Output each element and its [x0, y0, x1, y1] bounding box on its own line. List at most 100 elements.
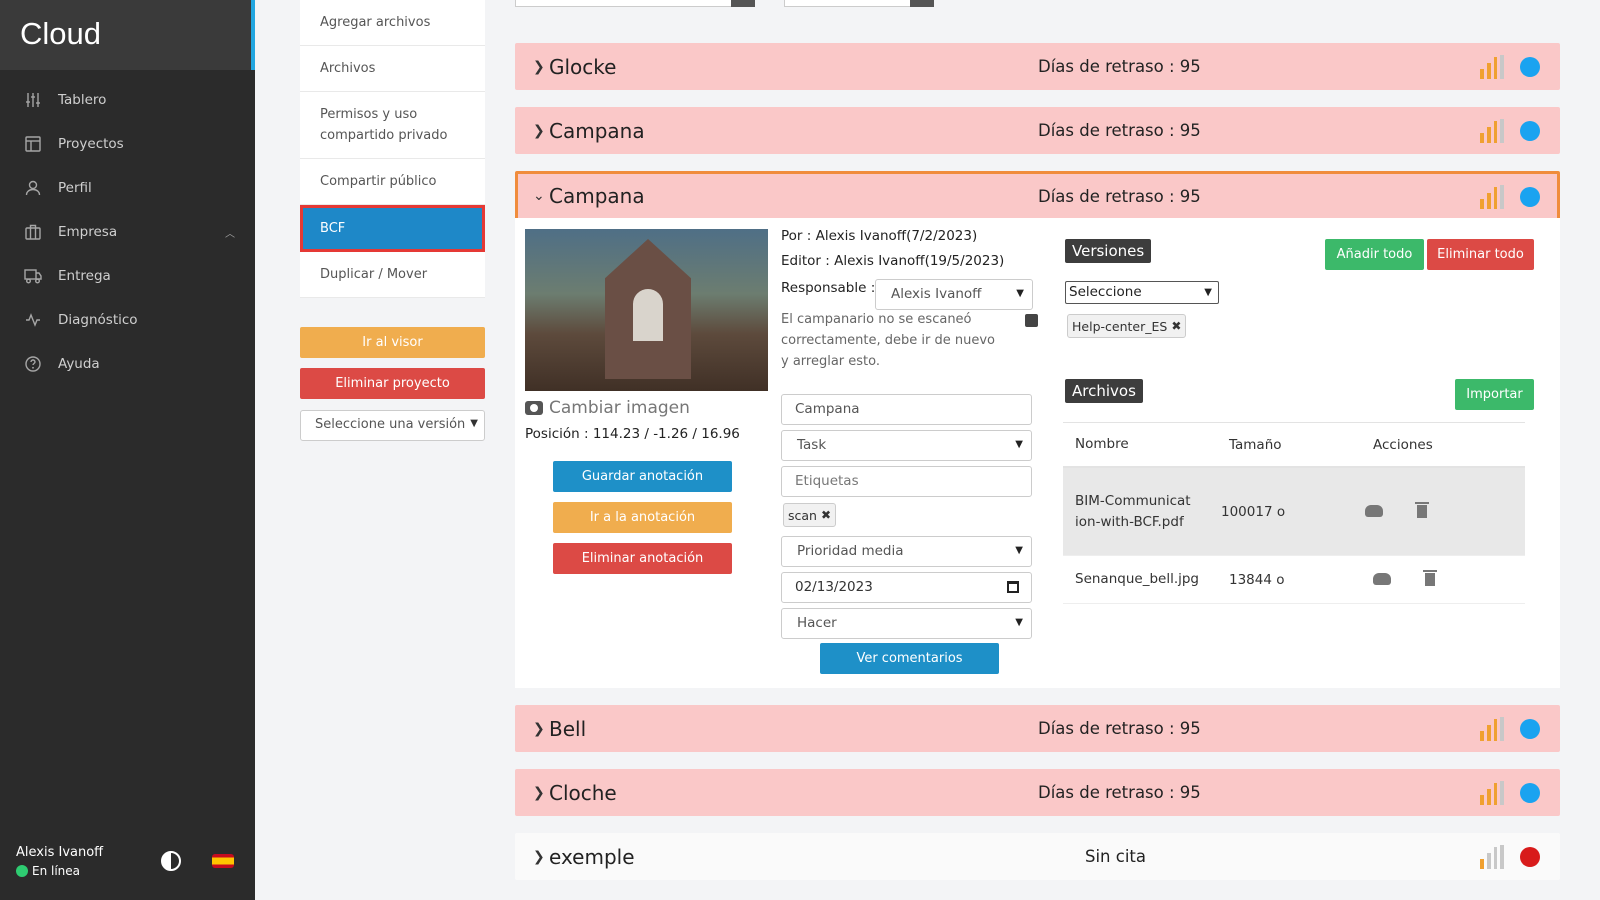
status-value: Hacer — [797, 615, 837, 631]
search-button[interactable] — [731, 0, 755, 7]
tag-label: scan — [788, 507, 817, 523]
edit-icon[interactable] — [1025, 314, 1038, 327]
version-chip-label: Help-center_ES — [1072, 318, 1168, 334]
version-select-value: Seleccione una versión — [315, 417, 466, 432]
responsible-value: Alexis Ivanoff — [891, 286, 982, 302]
topic-title-input[interactable]: Campana — [781, 394, 1032, 425]
versions-select-value: Seleccione — [1069, 284, 1142, 300]
sidebar-item-proyectos[interactable]: Proyectos — [0, 122, 255, 166]
topic-row[interactable]: ❯ Glocke Días de retraso : 95 — [515, 43, 1560, 90]
sidebar-item-empresa[interactable]: Empresa ︿ — [0, 210, 255, 254]
delete-project-button[interactable]: Eliminar proyecto — [300, 368, 485, 399]
sidebar-item-label: Ayuda — [58, 356, 100, 372]
sidebar-item-label: Empresa — [58, 224, 118, 240]
contrast-toggle-icon[interactable] — [161, 851, 181, 871]
activity-icon — [24, 311, 42, 329]
online-status-icon — [16, 865, 28, 877]
priority-bars-icon — [1480, 119, 1504, 143]
top-filter-select[interactable] — [784, 0, 934, 7]
priority-select[interactable]: Prioridad media ▼ — [781, 536, 1032, 567]
topic-title: Campana — [549, 184, 645, 208]
status-select[interactable]: Hacer ▼ — [781, 608, 1032, 639]
remove-all-button[interactable]: Eliminar todo — [1427, 239, 1534, 270]
spanish-flag-icon[interactable] — [212, 854, 234, 868]
submenu-item-duplicate-move[interactable]: Duplicar / Mover — [300, 252, 485, 298]
project-submenu: Agregar archivos Archivos Permisos y uso… — [300, 0, 485, 298]
import-button[interactable]: Importar — [1455, 379, 1534, 410]
topic-title: Cloche — [549, 780, 617, 805]
priority-value: Prioridad media — [797, 543, 904, 559]
due-date-input[interactable]: 02/13/2023 — [781, 572, 1032, 603]
sidebar-item-entrega[interactable]: Entrega — [0, 254, 255, 298]
tag-chip: scan ✖ — [783, 503, 837, 527]
trash-icon[interactable] — [1415, 502, 1429, 518]
priority-bars-icon — [1480, 845, 1504, 869]
camera-icon — [525, 401, 543, 415]
topic-delay: Días de retraso : 95 — [1038, 57, 1201, 76]
topic-delay: Días de retraso : 95 — [1038, 783, 1201, 802]
status-dot-icon — [1520, 121, 1540, 141]
sidebar-item-label: Entrega — [58, 268, 111, 284]
topic-row-expanded[interactable]: ⌄ Campana Días de retraso : 95 — [515, 171, 1560, 221]
topic-row[interactable]: ❯ Campana Días de retraso : 95 — [515, 107, 1560, 154]
chevron-right-icon: ❯ — [533, 848, 545, 865]
save-annotation-button[interactable]: Guardar anotación — [553, 461, 732, 492]
topic-row[interactable]: ❯ exemple Sin cita — [515, 833, 1560, 880]
chevron-up-icon: ︿ — [225, 228, 235, 240]
remove-version-icon[interactable]: ✖ — [1171, 319, 1181, 333]
file-size: 13844 o — [1229, 571, 1285, 588]
sidebar-item-perfil[interactable]: Perfil — [0, 166, 255, 210]
top-search-input[interactable] — [515, 0, 755, 7]
sidebar-item-label: Diagnóstico — [58, 312, 138, 328]
submenu-item-permissions[interactable]: Permisos y uso compartido privado — [300, 92, 485, 159]
chevron-down-icon: ▼ — [1204, 287, 1212, 298]
responsible-select[interactable]: Alexis Ivanoff ▼ — [875, 279, 1033, 310]
topic-type-value: Task — [797, 437, 827, 453]
go-annotation-button[interactable]: Ir a la anotación — [553, 502, 732, 533]
cloud-download-icon[interactable] — [1365, 505, 1383, 517]
submenu-item-add-files[interactable]: Agregar archivos — [300, 0, 485, 46]
status-dot-icon — [1520, 187, 1540, 207]
go-viewer-button[interactable]: Ir al visor — [300, 327, 485, 358]
status-dot-icon — [1520, 719, 1540, 739]
filter-button[interactable] — [910, 0, 934, 7]
sidebar-item-ayuda[interactable]: Ayuda — [0, 342, 255, 386]
file-actions — [1361, 570, 1525, 586]
submenu-item-files[interactable]: Archivos — [300, 46, 485, 92]
version-select[interactable]: Seleccione una versión ▼ — [300, 410, 485, 441]
cloud-download-icon[interactable] — [1373, 573, 1391, 585]
chevron-right-icon: ❯ — [533, 122, 545, 139]
files-table: Nombre Tamaño Acciones BIM-Communication… — [1063, 422, 1525, 604]
file-size: 100017 o — [1221, 503, 1286, 520]
sidebar-item-tablero[interactable]: Tablero — [0, 78, 255, 122]
calendar-icon[interactable] — [1007, 581, 1019, 593]
labels-input[interactable]: Etiquetas — [781, 466, 1032, 497]
topic-detail-panel: Cambiar imagen Posición : 114.23 / -1.26… — [515, 218, 1560, 688]
author-info: Por : Alexis Ivanoff(7/2/2023) — [781, 228, 978, 244]
status-dot-icon — [1520, 783, 1540, 803]
topic-row[interactable]: ❯ Cloche Días de retraso : 95 — [515, 769, 1560, 816]
sidebar-nav: Tablero Proyectos Perfil Empresa ︿ Entre… — [0, 78, 255, 386]
user-name: Alexis Ivanoff — [16, 845, 104, 860]
topic-delay: Días de retraso : 95 — [1038, 121, 1201, 140]
add-all-button[interactable]: Añadir todo — [1325, 239, 1424, 270]
versions-select[interactable]: Seleccione ▼ — [1065, 281, 1219, 304]
topic-title: Campana — [549, 118, 645, 143]
sidebar-item-label: Perfil — [58, 180, 92, 196]
user-block: Alexis Ivanoff En línea — [16, 845, 241, 878]
submenu-item-bcf[interactable]: BCF — [300, 205, 485, 252]
editor-info: Editor : Alexis Ivanoff(19/5/2023) — [781, 253, 1005, 269]
sidebar-item-diagnostico[interactable]: Diagnóstico — [0, 298, 255, 342]
view-comments-button[interactable]: Ver comentarios — [820, 643, 999, 674]
topic-row[interactable]: ❯ Bell Días de retraso : 95 — [515, 705, 1560, 752]
change-image-link[interactable]: Cambiar imagen — [525, 398, 690, 418]
topic-delay: Días de retraso : 95 — [1038, 719, 1201, 738]
chevron-right-icon: ❯ — [533, 784, 545, 801]
trash-icon[interactable] — [1423, 570, 1437, 586]
delete-annotation-button[interactable]: Eliminar anotación — [553, 543, 732, 574]
topic-type-select[interactable]: Task ▼ — [781, 430, 1032, 461]
submenu-item-public-share[interactable]: Compartir público — [300, 159, 485, 205]
remove-tag-icon[interactable]: ✖ — [821, 508, 831, 522]
topic-delay: Días de retraso : 95 — [1038, 186, 1201, 206]
file-actions — [1353, 502, 1517, 518]
